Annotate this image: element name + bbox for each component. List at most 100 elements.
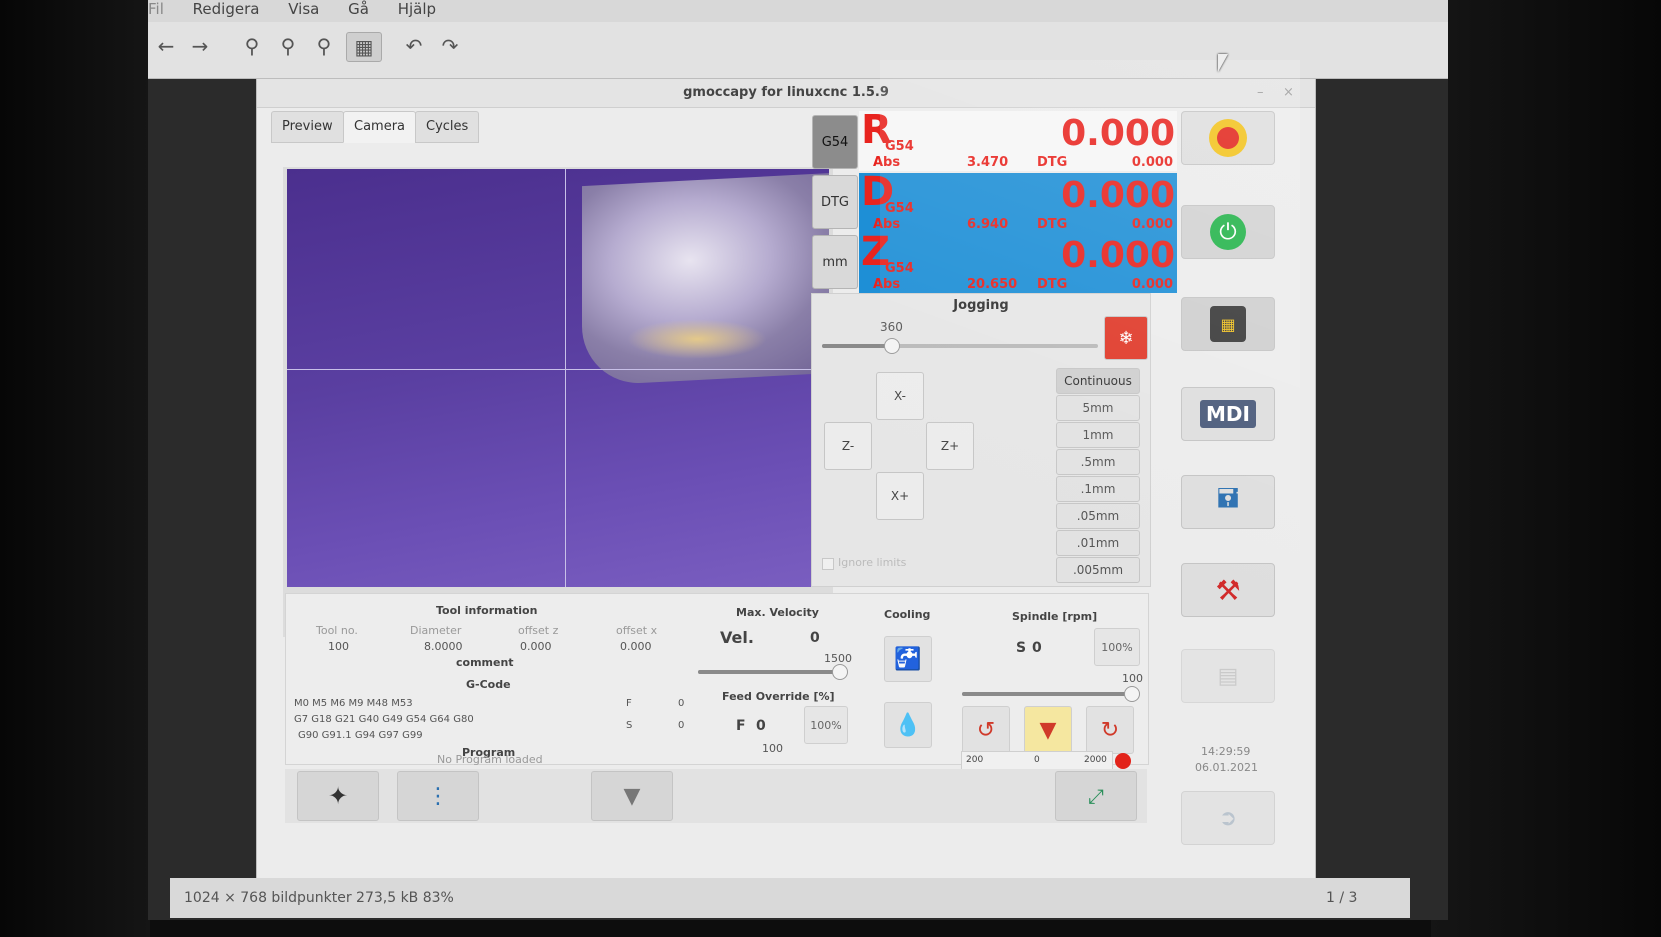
jog-z-minus-button[interactable]: Z- — [824, 422, 872, 470]
touch-off-button[interactable]: ✦ — [297, 771, 379, 821]
g54-button[interactable]: G54 — [812, 115, 858, 169]
max-velocity-knob[interactable] — [832, 664, 849, 680]
increment-continuous[interactable]: Continuous — [1056, 368, 1140, 394]
forward-arrow-icon[interactable]: → — [186, 32, 214, 60]
touch-off-icon: ✦ — [327, 782, 349, 810]
spindle-at-speed-led — [1115, 753, 1131, 769]
viewer-menubar: Fil Redigera Visa Gå Hjälp — [148, 0, 1448, 22]
increment-0-05mm[interactable]: .05mm — [1056, 503, 1140, 529]
feed-value: 0 — [756, 718, 766, 734]
tab-camera[interactable]: Camera — [343, 111, 417, 143]
emergency-stop-button[interactable] — [1181, 111, 1275, 165]
increment-0-1mm[interactable]: .1mm — [1056, 476, 1140, 502]
increment-0-005mm[interactable]: .005mm — [1056, 557, 1140, 583]
spindle-override-knob[interactable] — [1123, 686, 1140, 702]
zero-axes-icon: ⋮ — [427, 783, 449, 809]
spindle-override-slider[interactable] — [962, 686, 1140, 702]
axis-value-z: 0.000 — [1061, 235, 1175, 276]
zoom-in-icon[interactable]: ⚲ — [274, 32, 302, 60]
mist-coolant-button[interactable]: 💧 — [884, 702, 932, 748]
tool-glint — [627, 319, 767, 359]
zoom-fit-icon[interactable]: ⚲ — [310, 32, 338, 60]
spindle-override-fill — [962, 692, 1131, 696]
rabbit-icon: ❄ — [1118, 327, 1134, 349]
user-tabs-icon: ▤ — [1217, 663, 1239, 689]
page-counter: 1 / 3 — [1326, 890, 1358, 906]
jog-x-minus-button[interactable]: X- — [876, 372, 924, 420]
max-velocity-slider[interactable] — [698, 664, 849, 680]
auto-mode-icon: 🖬 — [1216, 484, 1240, 514]
diameter-header: Diameter — [410, 624, 462, 637]
tools-icon: ⚒ — [1215, 573, 1241, 607]
back-arrow-icon[interactable]: ← — [152, 32, 180, 60]
increment-1mm[interactable]: 1mm — [1056, 422, 1140, 448]
dtg-button[interactable]: DTG — [812, 175, 858, 229]
zero-axes-button[interactable]: ⋮ — [397, 771, 479, 821]
close-button[interactable]: × — [1283, 85, 1294, 100]
auto-mode-button[interactable]: 🖬 — [1181, 475, 1275, 529]
spindle-stop-button[interactable]: ▼ — [1024, 706, 1072, 754]
spindle-cw-button[interactable]: ↻ — [1086, 706, 1134, 754]
gmoccapy-window: gmoccapy for linuxcnc 1.5.9 – × Preview … — [256, 78, 1316, 880]
fullscreen-button[interactable]: ⤢ — [1055, 771, 1137, 821]
camera-view[interactable] — [287, 169, 829, 587]
rotate-right-icon[interactable]: ↷ — [436, 32, 464, 60]
jog-x-plus-button[interactable]: X+ — [876, 472, 924, 520]
jog-speed-slider[interactable] — [822, 338, 1098, 354]
feed-100-button[interactable]: 100% — [804, 706, 848, 744]
menu-edit[interactable]: Redigera — [193, 2, 260, 17]
gcode-title: G-Code — [466, 678, 511, 691]
ignore-limits-checkbox[interactable] — [822, 558, 834, 570]
tab-preview[interactable]: Preview — [271, 111, 344, 143]
menu-help[interactable]: Hjälp — [398, 2, 436, 17]
spindle-ccw-button[interactable]: ↺ — [962, 706, 1010, 754]
flood-coolant-button[interactable]: 🚰 — [884, 636, 932, 682]
mdi-button[interactable]: MDI — [1181, 387, 1275, 441]
velocity-label: Vel. — [720, 628, 754, 647]
program-status: No Program loaded — [437, 753, 543, 766]
minimize-button[interactable]: – — [1257, 85, 1264, 100]
spindle-stop-icon: ▼ — [1039, 717, 1057, 743]
offset-z-header: offset z — [518, 624, 559, 637]
tool-change-button[interactable]: ▼ — [591, 771, 673, 821]
dro-d-row[interactable]: D G54 0.000 Abs 6.940 DTG 0.000 — [859, 169, 1177, 233]
abs-value-d: 6.940 — [967, 217, 1009, 232]
menu-go[interactable]: Gå — [348, 2, 369, 17]
dtg-label-r: DTG — [1037, 155, 1068, 170]
tool-no-header: Tool no. — [316, 624, 358, 637]
crosshair-horizontal — [287, 369, 829, 370]
fit-window-icon[interactable]: ▦ — [346, 32, 382, 62]
manual-jog-icon: ▦ — [1210, 306, 1246, 342]
dro-z-row[interactable]: Z G54 0.000 Abs 20.650 DTG 0.000 — [859, 229, 1177, 293]
exit-button[interactable]: ➲ — [1181, 791, 1275, 845]
comment-label: comment — [456, 656, 514, 669]
increment-0-01mm[interactable]: .01mm — [1056, 530, 1140, 556]
dtg-label-d: DTG — [1037, 217, 1068, 232]
mdi-icon: MDI — [1200, 400, 1256, 428]
gcode-f-value: 0 — [678, 698, 685, 709]
jogging-panel: Jogging 360 ❄ X- Z- Z+ X+ Continuous 5mm… — [811, 293, 1151, 587]
tab-cycles[interactable]: Cycles — [415, 111, 480, 143]
jog-z-plus-button[interactable]: Z+ — [926, 422, 974, 470]
mm-button[interactable]: mm — [812, 235, 858, 289]
spindle-100-button[interactable]: 100% — [1094, 628, 1140, 666]
zoom-out-icon[interactable]: ⚲ — [238, 32, 266, 60]
clock-date: 06.01.2021 — [1195, 761, 1258, 774]
settings-button[interactable]: ⚒ — [1181, 563, 1275, 617]
jog-speed-turtle-button[interactable]: ❄ — [1104, 316, 1148, 360]
menu-file[interactable]: Fil — [148, 2, 164, 17]
increment-0-5mm[interactable]: .5mm — [1056, 449, 1140, 475]
rotate-left-icon[interactable]: ↶ — [400, 32, 428, 60]
power-button[interactable]: ⏻ — [1181, 205, 1275, 259]
abs-label-r: Abs — [873, 155, 901, 170]
dro-r-row[interactable]: R G54 0.000 Abs 3.470 DTG 0.000 — [859, 107, 1177, 171]
abs-label-z: Abs — [873, 277, 901, 292]
bottom-button-bar: ✦ ⋮ ▼ ⤢ — [285, 769, 1147, 823]
menu-view[interactable]: Visa — [288, 2, 319, 17]
fullscreen-icon: ⤢ — [1088, 784, 1104, 808]
manual-mode-button[interactable]: ▦ — [1181, 297, 1275, 351]
increment-5mm[interactable]: 5mm — [1056, 395, 1140, 421]
jog-speed-knob[interactable] — [884, 338, 900, 354]
feed-scale: 100 — [762, 742, 783, 755]
user-tabs-button[interactable]: ▤ — [1181, 649, 1275, 703]
